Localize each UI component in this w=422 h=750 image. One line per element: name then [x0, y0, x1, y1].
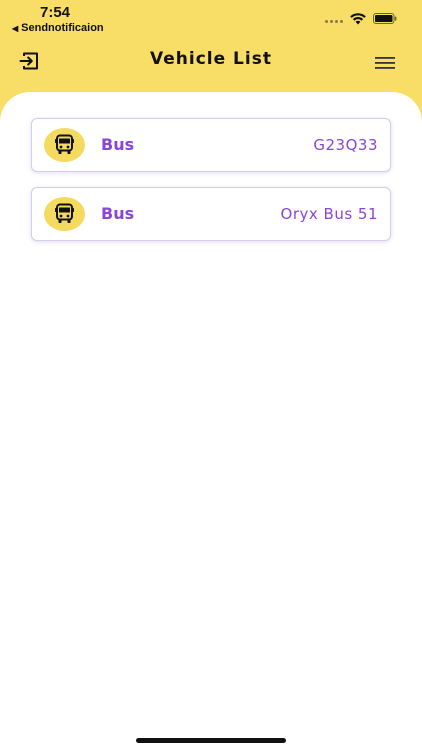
back-arrow-icon: ◀	[12, 23, 19, 33]
vehicle-icon-circle	[44, 197, 85, 231]
main-content: Bus G23Q33 Bus Oryx Bus 51	[0, 92, 422, 750]
app-header: Vehicle List	[0, 38, 422, 88]
cellular-signal-icon	[325, 20, 343, 23]
vehicle-type: Bus	[101, 204, 135, 223]
vehicle-card[interactable]: Bus Oryx Bus 51	[31, 187, 391, 241]
battery-icon	[373, 13, 397, 24]
status-time: 7:54	[40, 4, 71, 21]
hamburger-menu-icon[interactable]	[374, 55, 396, 71]
page-title: Vehicle List	[150, 49, 272, 69]
vehicle-card[interactable]: Bus G23Q33	[31, 118, 391, 172]
wifi-icon	[350, 13, 366, 25]
back-to-app-label: Sendnotificaion	[21, 22, 104, 34]
home-indicator[interactable]	[136, 738, 286, 743]
vehicle-icon-circle	[44, 128, 85, 162]
bus-icon	[55, 203, 74, 223]
vehicle-number: Oryx Bus 51	[280, 205, 378, 223]
vehicle-type: Bus	[101, 135, 135, 154]
vehicle-list: Bus G23Q33 Bus Oryx Bus 51	[31, 118, 391, 256]
status-bar: 7:54 ◀ Sendnotificaion	[0, 0, 422, 38]
vehicle-number: G23Q33	[313, 136, 378, 154]
back-to-app-link[interactable]: ◀ Sendnotificaion	[12, 22, 104, 34]
bus-icon	[55, 134, 74, 154]
